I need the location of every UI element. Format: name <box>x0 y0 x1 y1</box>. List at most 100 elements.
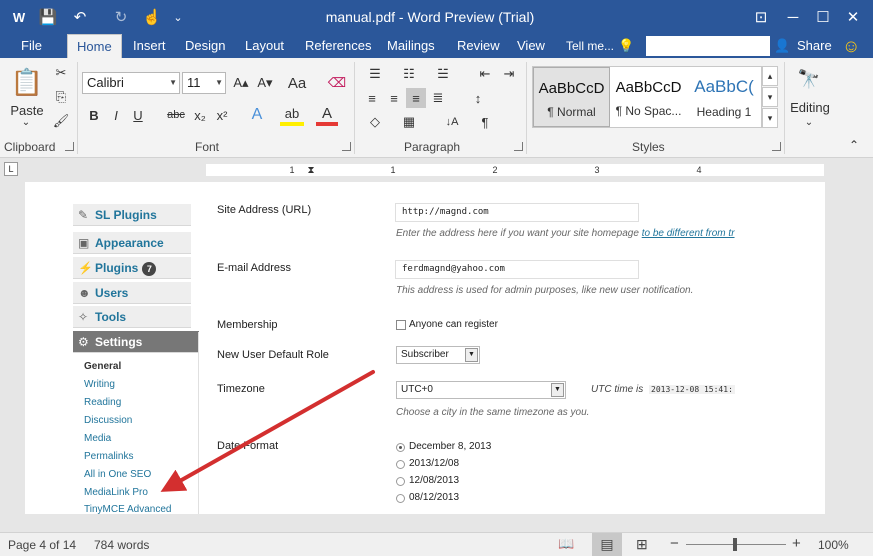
font-color-icon[interactable]: A <box>316 104 338 126</box>
styles-group-label: Styles <box>632 140 665 154</box>
tab-selector[interactable]: L <box>4 162 18 176</box>
redo-icon[interactable]: ↻ <box>110 6 132 28</box>
font-launcher-icon[interactable] <box>342 142 351 151</box>
align-center-icon[interactable]: ≡ <box>384 88 404 108</box>
smiley-feedback-icon[interactable]: ☺ <box>838 34 864 58</box>
shading-icon[interactable]: ◇ <box>362 112 388 132</box>
dropdown-arrow-icon: ▼ <box>169 78 177 87</box>
word-count[interactable]: 784 words <box>94 538 149 552</box>
styles-scroll-up-icon[interactable]: ▴ <box>762 66 778 86</box>
bullets-icon[interactable]: ☰ <box>362 64 388 84</box>
tab-home[interactable]: Home <box>67 34 122 58</box>
copy-icon[interactable]: ⎘ <box>52 88 70 106</box>
ribbon: 📋 Paste ⌄ ✂ ⎘ 🖌 Clipboard Calibri ▼ 11 ▼ A… <box>0 58 873 158</box>
clear-formatting-icon[interactable]: ⌫ <box>326 72 348 94</box>
web-layout-icon[interactable]: ⊞ <box>636 536 648 553</box>
tab-mailings[interactable]: Mailings <box>378 34 444 58</box>
window-title: manual.pdf - Word Preview (Trial) <box>325 9 535 25</box>
font-name-combo[interactable]: Calibri ▼ <box>82 72 180 94</box>
increase-indent-icon[interactable]: ⇥ <box>498 64 520 84</box>
paragraph-group-label: Paragraph <box>404 140 461 154</box>
editing-arrow-icon[interactable]: ⌄ <box>800 116 818 128</box>
page-count[interactable]: Page 4 of 14 <box>8 538 76 552</box>
style-normal[interactable]: AaBbCcD ¶ Normal <box>533 67 610 127</box>
align-left-icon[interactable]: ≡ <box>362 88 382 108</box>
collapse-ribbon-icon[interactable]: ⌃ <box>846 138 862 152</box>
style-heading-1[interactable]: AaBbC( Heading 1 <box>687 67 761 127</box>
word-app-icon: W <box>12 9 26 25</box>
shrink-font-icon[interactable]: A▾ <box>254 72 276 94</box>
paste-icon[interactable]: 📋 <box>10 64 44 100</box>
subscript-button[interactable]: x₂ <box>190 104 210 126</box>
minimize-icon[interactable]: ─ <box>778 4 808 30</box>
tab-insert[interactable]: Insert <box>124 34 175 58</box>
zoom-level[interactable]: 100% <box>818 538 849 552</box>
numbering-icon[interactable]: ☷ <box>396 64 422 84</box>
ruler-track[interactable] <box>206 164 824 176</box>
maximize-icon[interactable]: ☐ <box>808 4 838 30</box>
style-name: ¶ Normal <box>547 105 596 119</box>
title-bar: W 💾 ↶ ↻ ☝ ⌄ manual.pdf - Word Preview (T… <box>0 0 873 34</box>
styles-more-icon[interactable]: ▾ <box>762 108 778 128</box>
tab-design[interactable]: Design <box>176 34 234 58</box>
tab-file[interactable]: File <box>12 34 51 58</box>
bold-button[interactable]: B <box>84 104 104 126</box>
ribbon-display-options-icon[interactable]: ⊡ <box>746 4 776 30</box>
sort-icon[interactable]: ↓A <box>440 112 464 132</box>
style-preview: AaBbCcD <box>538 80 605 97</box>
justify-icon[interactable]: ≣ <box>428 88 448 108</box>
tab-review[interactable]: Review <box>448 34 509 58</box>
find-binoculars-icon[interactable]: 🔭 <box>796 66 822 92</box>
borders-icon[interactable]: ▦ <box>396 112 422 132</box>
style-name: Heading 1 <box>696 105 752 119</box>
font-size-combo[interactable]: 11 ▼ <box>182 72 226 94</box>
zoom-slider-thumb[interactable] <box>733 538 737 551</box>
underline-button[interactable]: U <box>128 104 148 126</box>
ruler-number: 1 <box>289 165 295 175</box>
share-button[interactable]: Share <box>788 34 841 58</box>
account-name-box <box>646 36 770 56</box>
cut-icon[interactable]: ✂ <box>52 64 70 82</box>
ruler-number: 3 <box>594 165 600 175</box>
dropdown-arrow-icon: ▼ <box>215 78 223 87</box>
format-painter-icon[interactable]: 🖌 <box>52 112 70 130</box>
paste-options-icon[interactable]: ⌄ <box>18 116 34 128</box>
paragraph-launcher-icon[interactable] <box>514 142 523 151</box>
tab-view[interactable]: View <box>508 34 554 58</box>
read-mode-icon[interactable]: 📖 <box>558 536 574 552</box>
close-icon[interactable]: ✕ <box>838 4 868 30</box>
editing-button[interactable]: Editing <box>788 98 832 116</box>
print-layout-icon[interactable]: ▤ <box>592 533 622 556</box>
document-page[interactable]: ✎ SL Plugins ▣ Appearance ⚡ Plugins 7 ☻ Users… <box>25 182 825 514</box>
tab-layout[interactable]: Layout <box>236 34 293 58</box>
grow-font-icon[interactable]: A▴ <box>230 72 252 94</box>
zoom-out-icon[interactable]: − <box>670 535 679 552</box>
zoom-in-icon[interactable]: + <box>792 535 801 552</box>
multilevel-list-icon[interactable]: ☱ <box>430 64 456 84</box>
show-formatting-icon[interactable]: ¶ <box>474 112 496 132</box>
font-name-value: Calibri <box>87 75 124 90</box>
change-case-button[interactable]: Aa <box>282 72 312 94</box>
styles-gallery: AaBbCcD ¶ Normal AaBbCcD ¶ No Spac... Aa… <box>532 66 762 128</box>
indent-marker-icon[interactable]: ⧗ <box>305 160 317 180</box>
touch-mode-icon[interactable]: ☝ <box>140 6 164 28</box>
strikethrough-button[interactable]: abc <box>164 104 188 126</box>
clipboard-group-label: Clipboard <box>4 140 56 154</box>
styles-launcher-icon[interactable] <box>772 142 781 151</box>
highlight-color-icon[interactable]: ab <box>280 104 304 126</box>
group-divider <box>784 62 785 154</box>
line-spacing-icon[interactable]: ↕ <box>464 88 492 108</box>
styles-scroll-down-icon[interactable]: ▾ <box>762 87 778 107</box>
decrease-indent-icon[interactable]: ⇤ <box>474 64 496 84</box>
clipboard-launcher-icon[interactable] <box>65 142 74 151</box>
status-bar: Page 4 of 14 784 words 📖 ▤ ⊞ − + 100% <box>0 532 873 556</box>
customize-toolbar-icon[interactable]: ⌄ <box>170 6 186 28</box>
style-no-spacing[interactable]: AaBbCcD ¶ No Spac... <box>610 67 687 127</box>
tab-references[interactable]: References <box>296 34 380 58</box>
italic-button[interactable]: I <box>106 104 126 126</box>
superscript-button[interactable]: x² <box>212 104 232 126</box>
save-icon[interactable]: 💾 <box>36 6 60 28</box>
align-right-icon[interactable]: ≡ <box>406 88 426 108</box>
text-effects-icon[interactable]: A <box>246 104 268 126</box>
undo-icon[interactable]: ↶ <box>68 6 92 28</box>
